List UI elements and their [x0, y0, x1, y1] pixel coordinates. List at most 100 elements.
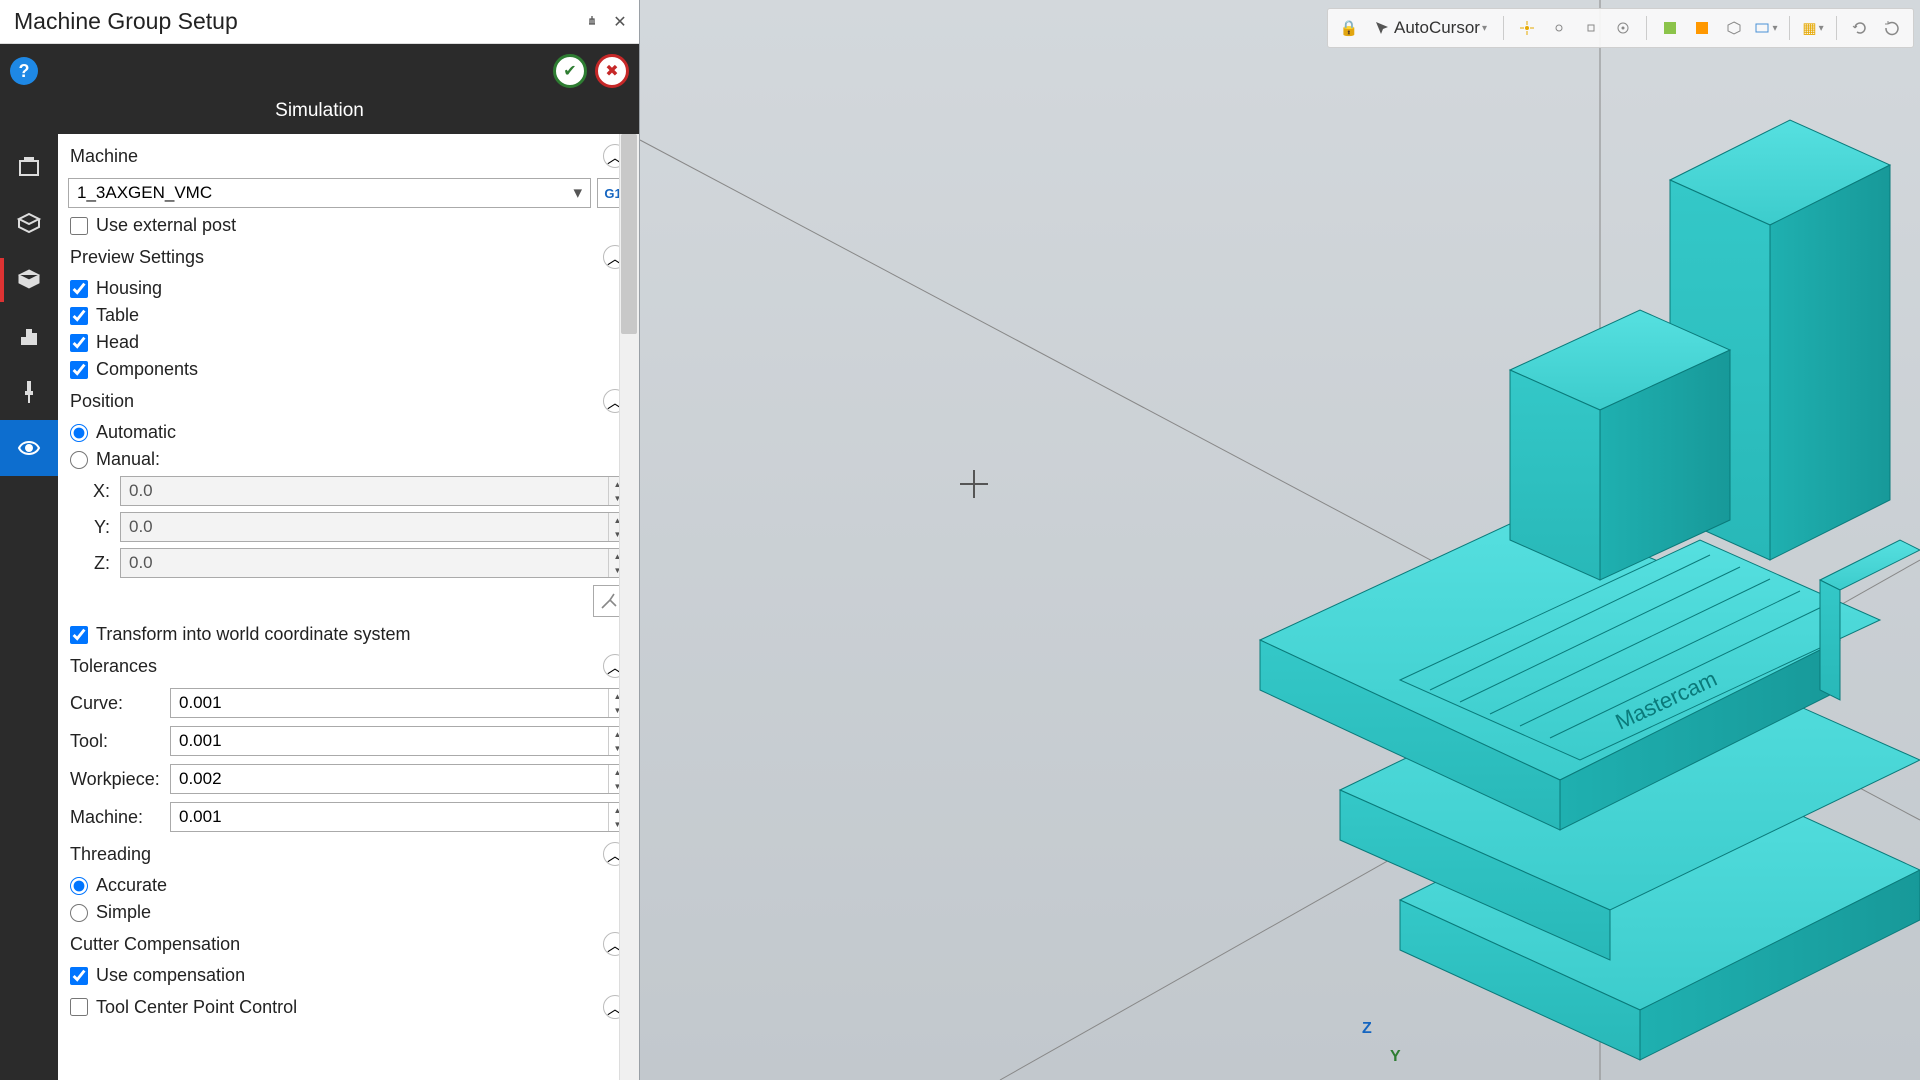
tb-view-menu-button[interactable] [1753, 15, 1779, 41]
rotate-icon [1852, 20, 1868, 36]
tool-value: 0.001 [179, 731, 222, 751]
z-value: 0.0 [129, 553, 153, 573]
help-button[interactable]: ? [10, 57, 38, 85]
threading-simple-radio[interactable]: Simple [66, 899, 631, 926]
table-input[interactable] [70, 307, 88, 325]
head-check[interactable]: Head [66, 329, 631, 356]
y-value: 0.0 [129, 517, 153, 537]
use-external-post-check[interactable]: Use external post [66, 212, 631, 239]
nav-stock[interactable] [0, 196, 58, 252]
z-input[interactable]: 0.0▲▼ [120, 548, 627, 578]
tb-sep [1503, 16, 1504, 40]
housing-check[interactable]: Housing [66, 275, 631, 302]
tb-autocursor-label: AutoCursor [1394, 18, 1480, 38]
nav-fixtures[interactable] [0, 308, 58, 364]
view-front-icon [1694, 20, 1710, 36]
tb-snap-mid-button[interactable] [1546, 15, 1572, 41]
scrollbar-thumb[interactable] [621, 134, 637, 334]
cutter-comp-section-title: Cutter Compensation [70, 934, 240, 955]
position-manual-radio[interactable]: Manual: [66, 446, 631, 473]
position-section-title: Position [70, 391, 134, 412]
table-label: Table [96, 305, 139, 326]
tool-input[interactable]: 0.001▲▼ [170, 726, 627, 756]
tb-refresh-button[interactable] [1879, 15, 1905, 41]
y-input[interactable]: 0.0▲▼ [120, 512, 627, 542]
curve-value: 0.001 [179, 693, 222, 713]
y-label: Y: [86, 517, 110, 538]
threading-accurate-label: Accurate [96, 875, 167, 896]
position-manual-label: Manual: [96, 449, 160, 470]
x-input[interactable]: 0.0▲▼ [120, 476, 627, 506]
tb-snap-point-button[interactable] [1514, 15, 1540, 41]
workpiece-input[interactable]: 0.002▲▼ [170, 764, 627, 794]
threading-simple-input[interactable] [70, 904, 88, 922]
workpiece-label: Workpiece: [70, 769, 160, 790]
table-check[interactable]: Table [66, 302, 631, 329]
nav-simulation[interactable] [0, 420, 58, 476]
machine-combo[interactable]: 1_3AXGEN_VMC ▾ [68, 178, 591, 208]
x-label: X: [86, 481, 110, 502]
form-scroll[interactable]: Machine ︿ 1_3AXGEN_VMC ▾ G1 [58, 134, 639, 1080]
tcp-section-title: Tool Center Point Control [96, 997, 297, 1018]
use-external-post-input[interactable] [70, 217, 88, 235]
components-check[interactable]: Components [66, 356, 631, 383]
use-comp-check[interactable]: Use compensation [66, 962, 631, 989]
machine-combo-value: 1_3AXGEN_VMC [77, 183, 212, 203]
machine-nav-icon [16, 155, 42, 181]
transform-check[interactable]: Transform into world coordinate system [66, 621, 631, 648]
tool-label: Tool: [70, 731, 160, 752]
use-comp-input[interactable] [70, 967, 88, 985]
panel-title: Machine Group Setup [14, 8, 575, 35]
cursor-icon [1374, 20, 1390, 36]
tcp-enable-input[interactable] [70, 998, 88, 1016]
tb-view-iso-button[interactable] [1721, 15, 1747, 41]
nav-workpiece[interactable] [0, 252, 58, 308]
tb-rotate-button[interactable] [1847, 15, 1873, 41]
threading-section-title: Threading [70, 844, 151, 865]
pin-button[interactable] [581, 11, 603, 33]
threading-accurate-radio[interactable]: Accurate [66, 872, 631, 899]
titlebar: Machine Group Setup ✕ [0, 0, 639, 44]
tb-snap-end-button[interactable] [1578, 15, 1604, 41]
machine-3d-preview: Mastercam [640, 0, 1920, 1080]
fixtures-nav-icon [16, 323, 42, 349]
machine-tol-label: Machine: [70, 807, 160, 828]
tb-lock-button[interactable]: 🔒 [1336, 15, 1362, 41]
housing-label: Housing [96, 278, 162, 299]
tb-snap-center-button[interactable] [1610, 15, 1636, 41]
housing-input[interactable] [70, 280, 88, 298]
snap-center-icon [1615, 20, 1631, 36]
position-auto-radio[interactable]: Automatic [66, 419, 631, 446]
transform-input[interactable] [70, 626, 88, 644]
panel-header: ? ✔ ✖ Simulation [0, 44, 639, 134]
cancel-icon: ✖ [605, 61, 618, 81]
head-input[interactable] [70, 334, 88, 352]
cancel-button[interactable]: ✖ [595, 54, 629, 88]
nav-machine[interactable] [0, 140, 58, 196]
machine-tol-input[interactable]: 0.001▲▼ [170, 802, 627, 832]
ok-button[interactable]: ✔ [553, 54, 587, 88]
curve-input[interactable]: 0.001▲▼ [170, 688, 627, 718]
close-button[interactable]: ✕ [609, 11, 631, 33]
snap-point-icon [1519, 20, 1535, 36]
position-manual-input[interactable] [70, 451, 88, 469]
tb-autocursor-button[interactable]: AutoCursor [1368, 15, 1493, 41]
tolerances-section-title: Tolerances [70, 656, 157, 677]
components-input[interactable] [70, 361, 88, 379]
z-label: Z: [86, 553, 110, 574]
tb-grid-button[interactable]: ▦ [1800, 15, 1826, 41]
viewport-3d[interactable]: Mastercam Z Y X 🔒 AutoCursor ▦ [640, 0, 1920, 1080]
nav-tool[interactable] [0, 364, 58, 420]
tb-view-front-button[interactable] [1689, 15, 1715, 41]
tab-simulation[interactable]: Simulation [10, 92, 629, 134]
setup-panel: Machine Group Setup ✕ ? ✔ ✖ [0, 0, 640, 1080]
axis-y-label: Y [1390, 1048, 1401, 1066]
form-scrollbar[interactable] [619, 134, 639, 1080]
help-icon: ? [19, 61, 30, 82]
machine-section-title: Machine [70, 146, 138, 167]
tb-sep [1789, 16, 1790, 40]
threading-accurate-input[interactable] [70, 877, 88, 895]
pin-icon [585, 15, 599, 29]
position-auto-input[interactable] [70, 424, 88, 442]
tb-view-top-button[interactable] [1657, 15, 1683, 41]
